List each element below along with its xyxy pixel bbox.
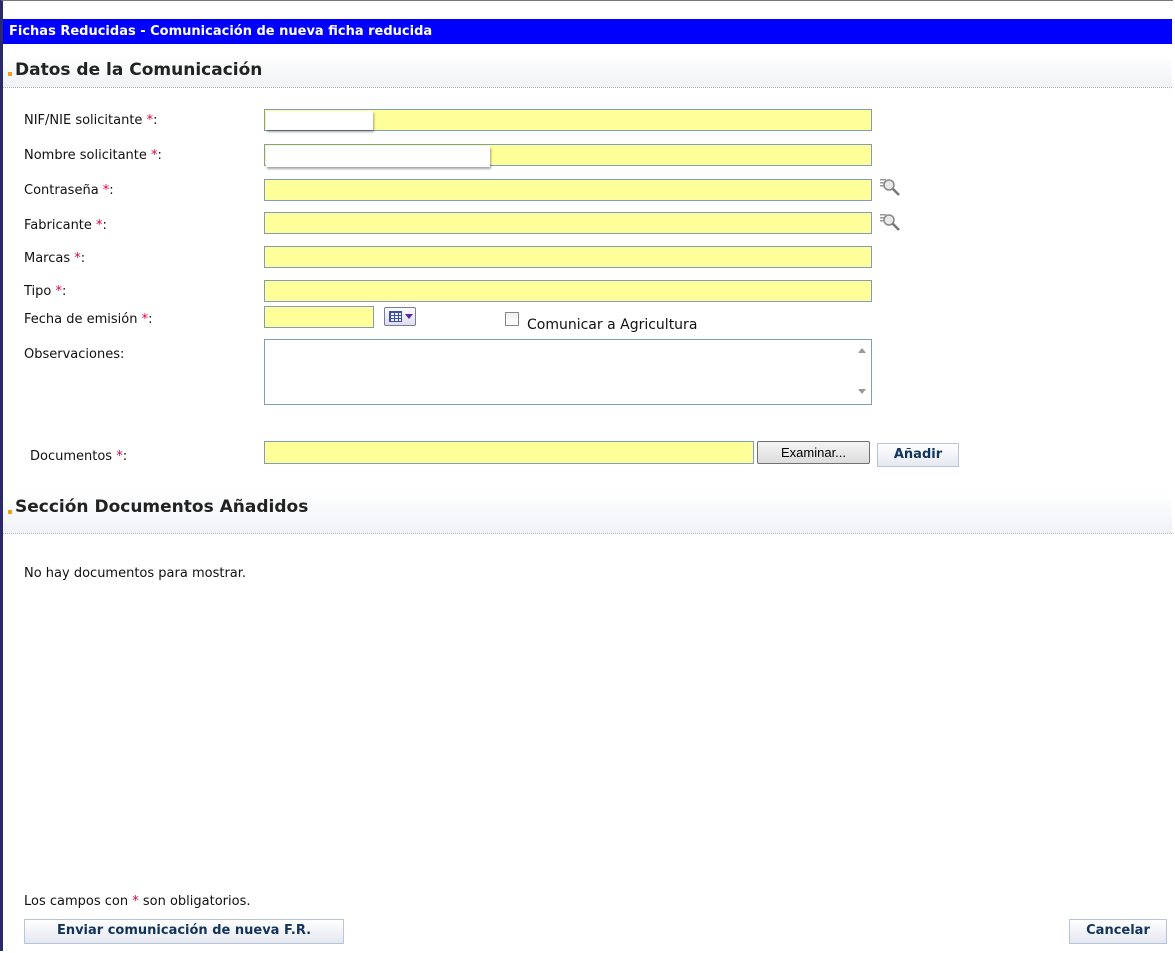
fecha-input[interactable] — [264, 306, 374, 328]
anadir-button[interactable]: Añadir — [877, 443, 959, 467]
scrollbar[interactable] — [854, 340, 871, 404]
scroll-up-icon[interactable] — [858, 348, 866, 353]
contrasena-input[interactable] — [264, 179, 872, 201]
fecha-label: Fecha de emisión *: — [24, 312, 153, 327]
marcas-input[interactable] — [264, 246, 872, 268]
redacted-value — [266, 111, 373, 130]
window-title: Fichas Reducidas - Comunicación de nueva… — [3, 19, 1172, 44]
nif-label: NIF/NIE solicitante *: — [24, 113, 158, 128]
window-frame — [0, 0, 1173, 951]
scroll-down-icon[interactable] — [858, 389, 866, 394]
section-marker — [8, 72, 12, 76]
documentos-file-input[interactable] — [264, 441, 754, 464]
observaciones-textarea[interactable] — [264, 339, 872, 405]
fabricante-input[interactable] — [264, 212, 872, 234]
comunicar-agricultura-label: Comunicar a Agricultura — [527, 317, 698, 333]
nombre-label: Nombre solicitante *: — [24, 148, 162, 163]
cancelar-button[interactable]: Cancelar — [1069, 919, 1167, 944]
redacted-value — [266, 146, 490, 167]
calendar-grid — [389, 311, 402, 322]
magnifier-icon[interactable] — [878, 211, 902, 233]
fabricante-label: Fabricante *: — [24, 218, 107, 233]
chevron-down-icon — [405, 314, 413, 319]
marcas-label: Marcas *: — [24, 251, 86, 266]
calendar-icon[interactable] — [384, 307, 416, 326]
section-marker — [8, 510, 12, 514]
documentos-label: Documentos *: — [30, 449, 128, 464]
examinar-button[interactable]: Examinar... — [757, 441, 870, 464]
required-footnote: Los campos con * son obligatorios. — [24, 894, 251, 909]
contrasena-label: Contraseña *: — [24, 183, 114, 198]
section-header-documentos: Sección Documentos Añadidos — [3, 492, 1172, 534]
documents-empty-message: No hay documentos para mostrar. — [24, 566, 247, 581]
tipo-label: Tipo *: — [24, 284, 67, 299]
section-header-datos: Datos de la Comunicación — [3, 54, 1172, 88]
observaciones-label: Observaciones: — [24, 347, 125, 362]
magnifier-icon[interactable] — [878, 176, 902, 198]
comunicar-agricultura-checkbox[interactable] — [505, 312, 519, 326]
tipo-input[interactable] — [264, 280, 872, 302]
section-title-documentos: Sección Documentos Añadidos — [15, 497, 309, 517]
enviar-button[interactable]: Enviar comunicación de nueva F.R. — [24, 919, 344, 944]
section-title-datos: Datos de la Comunicación — [15, 60, 263, 80]
